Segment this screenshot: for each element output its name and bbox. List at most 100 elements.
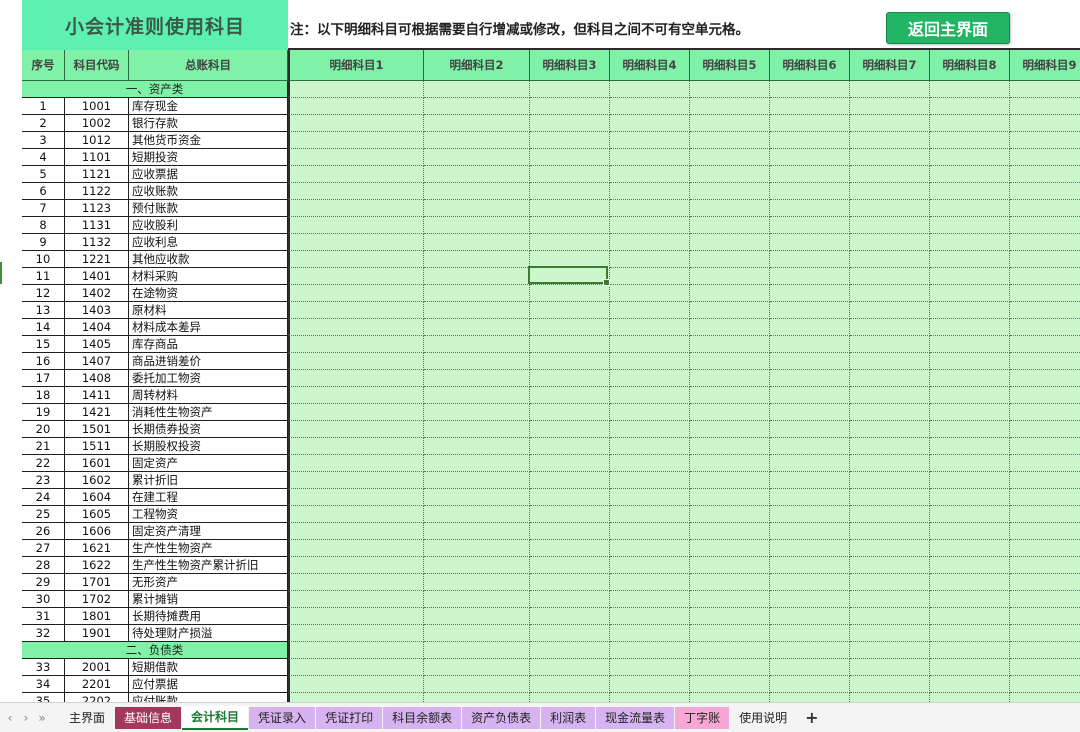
detail-cell[interactable] xyxy=(850,132,930,149)
detail-cell[interactable] xyxy=(690,540,770,557)
detail-cell[interactable] xyxy=(770,557,850,574)
detail-cell[interactable] xyxy=(530,183,610,200)
detail-cell[interactable] xyxy=(424,370,530,387)
detail-cell[interactable] xyxy=(690,421,770,438)
detail-cell[interactable] xyxy=(850,387,930,404)
detail-cell[interactable] xyxy=(610,489,690,506)
detail-cell[interactable] xyxy=(288,285,424,302)
detail-cell[interactable] xyxy=(288,455,424,472)
detail-cell[interactable] xyxy=(930,642,1010,659)
detail-cell[interactable] xyxy=(770,115,850,132)
detail-cell[interactable] xyxy=(930,489,1010,506)
detail-cell[interactable] xyxy=(530,676,610,693)
detail-cell[interactable] xyxy=(850,659,930,676)
detail-cell[interactable] xyxy=(850,540,930,557)
detail-cell[interactable] xyxy=(424,319,530,336)
detail-cell[interactable] xyxy=(610,336,690,353)
detail-cell[interactable] xyxy=(288,489,424,506)
detail-cell[interactable] xyxy=(288,659,424,676)
detail-cell[interactable] xyxy=(530,353,610,370)
detail-cell[interactable] xyxy=(690,455,770,472)
detail-cell[interactable] xyxy=(930,574,1010,591)
detail-cell[interactable] xyxy=(770,183,850,200)
detail-cell[interactable] xyxy=(288,693,424,702)
detail-cell[interactable] xyxy=(424,438,530,455)
sheet-tab-8[interactable]: 利润表 xyxy=(541,706,596,729)
detail-cell[interactable] xyxy=(690,353,770,370)
detail-cell[interactable] xyxy=(850,183,930,200)
detail-cell[interactable] xyxy=(1010,438,1080,455)
detail-cell[interactable] xyxy=(610,642,690,659)
detail-cell[interactable] xyxy=(424,234,530,251)
detail-cell[interactable] xyxy=(530,200,610,217)
detail-cell[interactable] xyxy=(930,523,1010,540)
sheet-tab-2[interactable]: 基础信息 xyxy=(115,706,182,729)
detail-cell[interactable] xyxy=(610,370,690,387)
add-sheet-button[interactable]: + xyxy=(797,708,826,727)
sheet-tab-3[interactable]: 会计科目 xyxy=(182,705,249,730)
detail-cell[interactable] xyxy=(530,574,610,591)
detail-cell[interactable] xyxy=(930,149,1010,166)
detail-cell[interactable] xyxy=(424,200,530,217)
detail-cell[interactable] xyxy=(288,149,424,166)
detail-cell[interactable] xyxy=(930,625,1010,642)
detail-cell[interactable] xyxy=(770,353,850,370)
detail-cell[interactable] xyxy=(1010,234,1080,251)
detail-cell[interactable] xyxy=(424,268,530,285)
detail-cell[interactable] xyxy=(610,523,690,540)
detail-cell[interactable] xyxy=(690,81,770,98)
detail-cell[interactable] xyxy=(424,183,530,200)
detail-cell[interactable] xyxy=(850,319,930,336)
detail-cell[interactable] xyxy=(424,693,530,702)
detail-cell[interactable] xyxy=(1010,506,1080,523)
detail-cell[interactable] xyxy=(930,200,1010,217)
detail-cell[interactable] xyxy=(690,574,770,591)
detail-cell[interactable] xyxy=(690,217,770,234)
detail-cell[interactable] xyxy=(424,353,530,370)
detail-cell[interactable] xyxy=(288,523,424,540)
detail-cell[interactable] xyxy=(690,625,770,642)
detail-cell[interactable] xyxy=(530,149,610,166)
detail-cell[interactable] xyxy=(850,625,930,642)
detail-cell[interactable] xyxy=(690,251,770,268)
detail-cell[interactable] xyxy=(610,149,690,166)
detail-cell[interactable] xyxy=(424,557,530,574)
detail-cell[interactable] xyxy=(930,404,1010,421)
detail-cell[interactable] xyxy=(530,421,610,438)
back-to-main-button[interactable]: 返回主界面 xyxy=(886,12,1010,44)
detail-cell[interactable] xyxy=(610,625,690,642)
detail-cell[interactable] xyxy=(530,166,610,183)
detail-cell[interactable] xyxy=(288,370,424,387)
detail-cell[interactable] xyxy=(1010,591,1080,608)
detail-cell[interactable] xyxy=(610,217,690,234)
detail-cell[interactable] xyxy=(1010,574,1080,591)
detail-cell[interactable] xyxy=(288,574,424,591)
detail-cell[interactable] xyxy=(424,217,530,234)
detail-cell[interactable] xyxy=(770,404,850,421)
detail-cell[interactable] xyxy=(690,557,770,574)
detail-cell[interactable] xyxy=(770,642,850,659)
detail-cell[interactable] xyxy=(1010,183,1080,200)
detail-cell[interactable] xyxy=(288,336,424,353)
detail-cell[interactable] xyxy=(530,336,610,353)
detail-cell[interactable] xyxy=(530,98,610,115)
detail-cell[interactable] xyxy=(530,642,610,659)
detail-cell[interactable] xyxy=(850,523,930,540)
detail-cell[interactable] xyxy=(424,149,530,166)
detail-cell[interactable] xyxy=(424,81,530,98)
detail-cell[interactable] xyxy=(850,404,930,421)
next-icon[interactable]: » xyxy=(34,711,50,725)
detail-cell[interactable] xyxy=(770,166,850,183)
detail-cell[interactable] xyxy=(1010,115,1080,132)
detail-cell[interactable] xyxy=(288,608,424,625)
detail-cell[interactable] xyxy=(288,540,424,557)
detail-cell[interactable] xyxy=(770,625,850,642)
detail-cell[interactable] xyxy=(770,574,850,591)
detail-cell[interactable] xyxy=(288,387,424,404)
detail-cell[interactable] xyxy=(530,438,610,455)
detail-cell[interactable] xyxy=(770,234,850,251)
detail-cell[interactable] xyxy=(930,132,1010,149)
detail-cell[interactable] xyxy=(424,285,530,302)
detail-cell[interactable] xyxy=(288,438,424,455)
detail-cell[interactable] xyxy=(930,693,1010,702)
